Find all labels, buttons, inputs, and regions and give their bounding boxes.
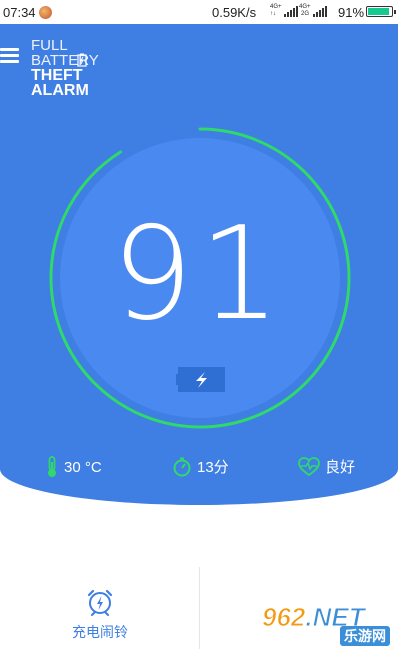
net2-type: 4G+ — [299, 4, 311, 10]
charge-alarm-label: 充电闹铃 — [72, 624, 128, 640]
alarm-clock-icon — [87, 589, 113, 616]
time-left-stat: 13分 — [172, 456, 229, 477]
heart-pulse-icon — [298, 456, 320, 476]
app-logo: FULL BATTERY THEFT ALARM — [31, 37, 99, 99]
charging-battery-icon — [176, 367, 225, 392]
thermometer-icon — [48, 456, 56, 477]
timer-icon — [173, 457, 191, 476]
health-value: 良好 — [325, 459, 356, 476]
status-bar: 07:34 0.59K/s 4G+ ↑↓ 4G+ 2G 91% — [0, 0, 398, 24]
bottom-divider — [199, 567, 200, 649]
battery-level-value: 91 — [111, 200, 287, 349]
battery-icon — [366, 6, 396, 17]
logo-line-theft: THEFT — [31, 67, 83, 84]
logo-line-full: FULL — [31, 37, 68, 54]
charge-alarm-button[interactable]: 充电闹铃 — [60, 588, 140, 646]
menu-icon[interactable] — [0, 48, 20, 64]
signal-1-icon — [284, 6, 298, 17]
logo-line-alarm: ALARM — [31, 82, 89, 99]
net1-type: 4G+ — [270, 4, 282, 10]
battery-percent: 91% — [338, 5, 365, 20]
health-stat: 良好 — [298, 456, 355, 477]
logo-line-battery: BATTERY — [31, 52, 99, 69]
signal-2-icon — [313, 6, 327, 17]
net2-gen: 2G — [301, 11, 310, 17]
notification-avatar-icon — [38, 5, 52, 19]
net1-arrows: ↑↓ — [270, 11, 276, 17]
temperature-value: 30 °C — [64, 458, 102, 476]
temperature-stat: 30 °C — [45, 456, 102, 478]
network-speed: 0.59K/s — [212, 5, 257, 20]
logo-battery-icon — [77, 53, 87, 67]
status-time: 07:34 — [3, 4, 36, 20]
watermark-cn: 乐游网 — [340, 626, 390, 646]
time-left-value: 13分 — [197, 459, 229, 476]
site-watermark: 962.NET 乐游网 — [261, 602, 390, 648]
